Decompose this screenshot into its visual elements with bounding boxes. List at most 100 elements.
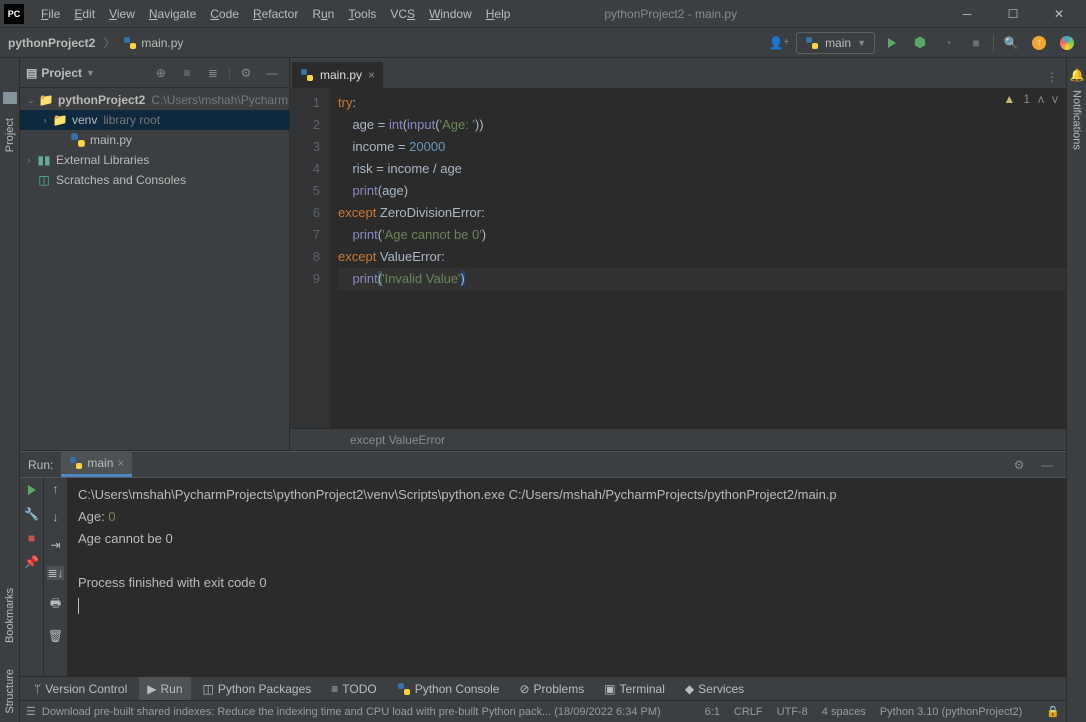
run-button[interactable] <box>881 32 903 54</box>
menu-vcs[interactable]: VCS <box>383 7 422 21</box>
scroll-to-end-icon[interactable]: ≣↓ <box>47 566 63 580</box>
python-icon <box>805 36 819 50</box>
menu-view[interactable]: View <box>102 7 142 21</box>
run-config-selector[interactable]: main ▼ <box>796 32 875 54</box>
search-button[interactable]: 🔍 <box>1000 32 1022 54</box>
menu-tools[interactable]: Tools <box>341 7 383 21</box>
menu-file[interactable]: File <box>34 7 67 21</box>
pin-icon[interactable]: 📌 <box>24 554 40 570</box>
code-gutter[interactable]: 123456789 <box>290 88 330 428</box>
inspection-widget[interactable]: ▲ 1 ʌ v <box>1003 92 1058 106</box>
breadcrumb-project[interactable]: pythonProject2 <box>8 36 95 50</box>
tree-root[interactable]: ⌄ 📁 pythonProject2 C:\Users\mshah\Pychar… <box>20 90 289 110</box>
python-interpreter[interactable]: Python 3.10 (pythonProject2) <box>880 706 1022 718</box>
menu-navigate[interactable]: Navigate <box>142 7 203 21</box>
app-logo: PC <box>4 4 24 24</box>
menu-edit[interactable]: Edit <box>67 7 102 21</box>
run-toolbar-left: 🔧 ■ 📌 <box>20 478 44 676</box>
expand-all-icon[interactable]: ≡ <box>176 62 198 84</box>
editor-breadcrumb[interactable]: except ValueError <box>290 428 1066 450</box>
tree-venv-note: library root <box>103 113 160 127</box>
editor: main.py × ⋮ 123456789 try: age = int(inp… <box>290 58 1066 450</box>
structure-tool-label[interactable]: Structure <box>4 661 16 722</box>
run-wrench-icon[interactable]: 🔧 <box>24 506 40 522</box>
minimize-button[interactable]: ─ <box>944 0 990 28</box>
select-opened-file-icon[interactable]: ⊕ <box>150 62 172 84</box>
tool-terminal[interactable]: ▣Terminal <box>596 677 673 701</box>
chevron-down-icon[interactable]: ⌄ <box>24 95 38 106</box>
user-add-icon[interactable]: 👤+ <box>768 32 790 54</box>
close-run-tab-icon[interactable]: × <box>117 456 124 470</box>
stop-button[interactable]: ■ <box>965 32 987 54</box>
python-icon <box>397 682 411 696</box>
run-tab-main[interactable]: main × <box>61 452 132 477</box>
run-output[interactable]: C:\Users\mshah\PycharmProjects\pythonPro… <box>68 478 1066 676</box>
notifications-label[interactable]: Notifications <box>1071 82 1083 158</box>
prev-highlight-icon[interactable]: ʌ <box>1038 92 1044 106</box>
print-icon[interactable]: 🖶 <box>50 594 61 615</box>
stop-run-icon[interactable]: ■ <box>24 530 40 546</box>
project-tool-label[interactable]: Project <box>4 110 16 160</box>
coverage-button[interactable]: ◔ <box>937 32 959 54</box>
chevron-right-icon[interactable]: › <box>38 115 52 125</box>
file-encoding[interactable]: UTF-8 <box>777 706 808 718</box>
libraries-icon: ▮▮ <box>36 153 52 167</box>
tool-services[interactable]: ◆Services <box>677 677 752 701</box>
editor-tab-main[interactable]: main.py × <box>292 62 383 88</box>
project-panel-header: ▤ Project ▼ ⊕ ≡ ≣ | ⚙ — <box>20 58 289 88</box>
menu-code[interactable]: Code <box>203 7 246 21</box>
line-separator[interactable]: CRLF <box>734 706 763 718</box>
run-toolbar-left-2: ↑ ↓ ⇥ ≣↓ 🖶 🗑 <box>44 478 68 676</box>
python-icon <box>69 456 83 470</box>
tree-main-py[interactable]: main.py <box>20 130 289 150</box>
tree-main-name: main.py <box>90 133 132 147</box>
menu-help[interactable]: Help <box>479 7 518 21</box>
next-highlight-icon[interactable]: v <box>1052 92 1058 106</box>
debug-button[interactable]: ⬢ <box>909 32 931 54</box>
settings-icon[interactable]: ⚙ <box>235 62 257 84</box>
tool-vcs[interactable]: ᛘVersion Control <box>26 677 135 701</box>
rerun-icon[interactable] <box>24 482 40 498</box>
caret-position[interactable]: 6:1 <box>705 706 720 718</box>
breadcrumb-file[interactable]: main.py <box>141 36 183 50</box>
menu-window[interactable]: Window <box>422 7 479 21</box>
chevron-right-icon[interactable]: › <box>22 155 36 165</box>
hide-run-panel-icon[interactable]: — <box>1036 454 1058 476</box>
menu-refactor[interactable]: Refactor <box>246 7 305 21</box>
project-tool-icon[interactable] <box>3 92 17 104</box>
tree-external-libs[interactable]: › ▮▮ External Libraries <box>20 150 289 170</box>
down-trace-icon[interactable]: ↓ <box>53 510 59 524</box>
status-message-icon[interactable]: ☰ <box>26 705 36 718</box>
trash-icon[interactable]: 🗑 <box>48 629 63 643</box>
tool-todo[interactable]: ≡TODO <box>323 677 384 701</box>
code-editor[interactable]: try: age = int(input('Age: ')) income = … <box>330 88 1066 428</box>
tool-packages[interactable]: ◫Python Packages <box>195 677 320 701</box>
status-message[interactable]: Download pre-built shared indexes: Reduc… <box>42 706 661 718</box>
tool-run[interactable]: ▶Run <box>139 677 190 701</box>
breadcrumb[interactable]: pythonProject2 〉 main.py <box>8 34 183 51</box>
package-icon: ◫ <box>203 682 214 696</box>
ide-features-icon[interactable] <box>1056 32 1078 54</box>
project-tree[interactable]: ⌄ 📁 pythonProject2 C:\Users\mshah\Pychar… <box>20 88 289 450</box>
tree-venv[interactable]: › 📁 venv library root <box>20 110 289 130</box>
hide-panel-icon[interactable]: — <box>261 62 283 84</box>
menu-run[interactable]: Run <box>305 7 341 21</box>
status-bar: ☰ Download pre-built shared indexes: Red… <box>20 700 1066 722</box>
tool-console[interactable]: Python Console <box>389 677 508 701</box>
project-panel-title[interactable]: ▤ Project ▼ <box>26 66 95 80</box>
run-settings-icon[interactable]: ⚙ <box>1008 454 1030 476</box>
notifications-icon[interactable]: 🔔 <box>1070 68 1084 82</box>
soft-wrap-icon[interactable]: ⇥ <box>50 538 60 552</box>
close-button[interactable]: ✕ <box>1036 0 1082 28</box>
indent-setting[interactable]: 4 spaces <box>822 706 866 718</box>
lock-icon[interactable]: 🔒 <box>1046 705 1060 718</box>
updates-icon[interactable]: ↑ <box>1028 32 1050 54</box>
maximize-button[interactable]: ☐ <box>990 0 1036 28</box>
editor-tabs-more[interactable]: ⋮ <box>1046 70 1058 88</box>
tool-problems[interactable]: ⊘Problems <box>511 677 592 701</box>
up-trace-icon[interactable]: ↑ <box>53 482 59 496</box>
bookmarks-tool-label[interactable]: Bookmarks <box>4 580 16 651</box>
collapse-all-icon[interactable]: ≣ <box>202 62 224 84</box>
close-tab-icon[interactable]: × <box>368 68 375 82</box>
tree-scratches[interactable]: ◫ Scratches and Consoles <box>20 170 289 190</box>
